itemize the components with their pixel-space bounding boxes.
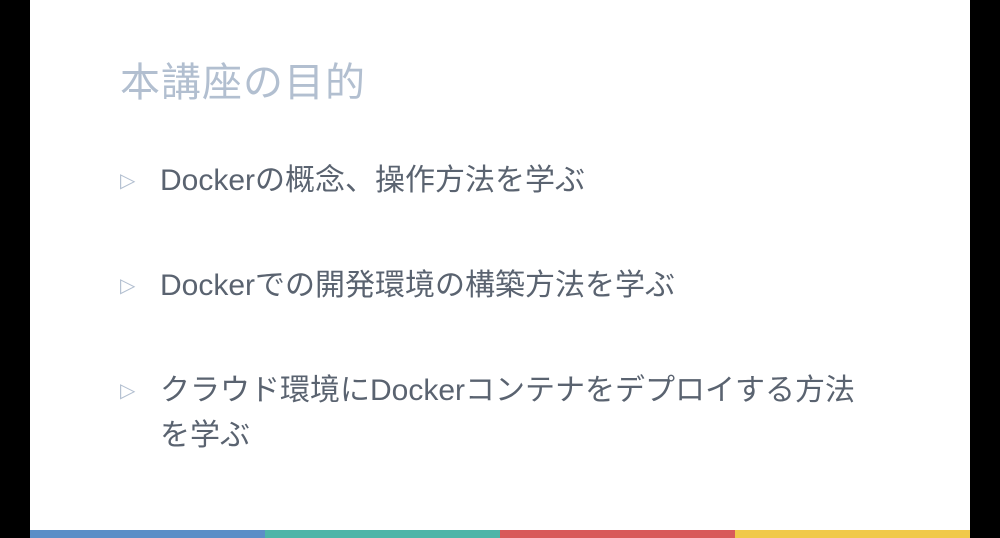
triangle-icon: ▷	[120, 158, 160, 196]
list-item: ▷ Dockerの概念、操作方法を学ぶ	[120, 158, 880, 203]
triangle-icon: ▷	[120, 368, 160, 406]
triangle-icon: ▷	[120, 263, 160, 301]
decorative-bottom-bar	[30, 530, 970, 538]
bar-segment-yellow	[735, 530, 970, 538]
bar-segment-red	[500, 530, 735, 538]
slide-title: 本講座の目的	[120, 50, 880, 108]
bullet-text: クラウド環境にDockerコンテナをデプロイする方法を学ぶ	[160, 368, 880, 458]
bar-segment-blue	[30, 530, 265, 538]
list-item: ▷ Dockerでの開発環境の構築方法を学ぶ	[120, 263, 880, 308]
bullet-list: ▷ Dockerの概念、操作方法を学ぶ ▷ Dockerでの開発環境の構築方法を…	[120, 158, 880, 458]
bullet-text: Dockerでの開発環境の構築方法を学ぶ	[160, 263, 880, 308]
list-item: ▷ クラウド環境にDockerコンテナをデプロイする方法を学ぶ	[120, 368, 880, 458]
slide-container: 本講座の目的 ▷ Dockerの概念、操作方法を学ぶ ▷ Dockerでの開発環…	[30, 0, 970, 530]
bullet-text: Dockerの概念、操作方法を学ぶ	[160, 158, 880, 203]
bar-segment-teal	[265, 530, 500, 538]
